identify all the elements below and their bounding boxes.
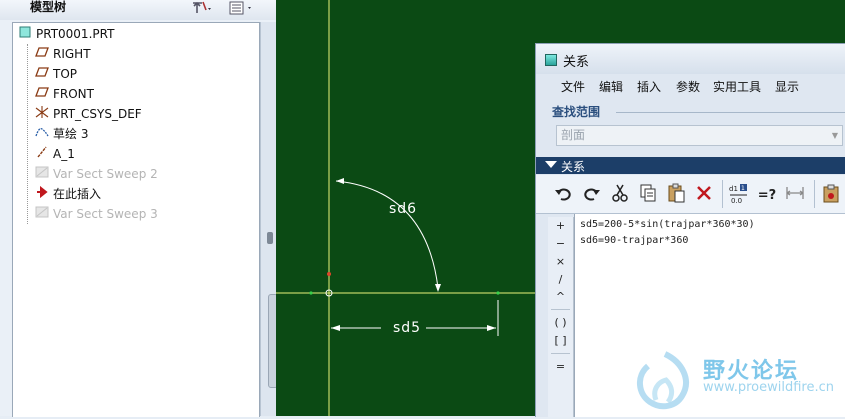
tree-item-sketch[interactable]: 草绘 3 [35,125,88,143]
operator-panel: + − × / ^ ( ) [ ] = [548,217,574,417]
linear-arrow-start [331,325,340,331]
relations-section-header[interactable]: 关系 [536,157,845,174]
menu-utilities[interactable]: 实用工具 [713,78,761,95]
equals-operator-button[interactable]: = [548,360,573,373]
csys-icon [35,106,49,124]
dialog-title: 关系 [563,55,590,70]
datum-plane-icon [35,86,49,104]
parentheses-button[interactable]: ( ) [548,316,573,329]
units-icon[interactable] [784,183,806,205]
verify-icon[interactable]: =? [756,183,778,205]
menu-insert[interactable]: 插入 [637,78,661,95]
relations-section-label: 关系 [561,160,586,174]
menu-parameters[interactable]: 参数 [676,78,700,95]
power-operator-button[interactable]: ^ [548,290,573,303]
tree-item-csys[interactable]: PRT_CSYS_DEF [35,105,142,123]
find-scope-dropdown[interactable]: 剖面 ▼ [556,125,843,146]
relations-window-icon [545,54,557,66]
angle-dimension-label[interactable]: sd6 [389,201,417,217]
linear-dimension-label[interactable]: sd5 [393,320,421,336]
model-tree-title: 模型树 [30,0,67,14]
tree-item-label: RIGHT [53,47,91,61]
toolbar-separator [814,180,815,208]
menu-edit[interactable]: 编辑 [599,78,623,95]
tree-item-label: FRONT [53,87,94,101]
group-divider [616,112,845,113]
sweep-icon [35,166,49,184]
datum-plane-icon [35,46,49,64]
undo-icon[interactable] [552,183,574,205]
chevron-down-icon: ▼ [831,131,838,140]
tree-item-label: 草绘 3 [53,127,89,141]
watermark-url: www.proewildfire.cn [703,380,834,395]
dialog-title-bar[interactable]: 关系 [536,44,845,74]
angle-dimension-arc [335,180,439,289]
cut-icon[interactable] [609,183,631,205]
tree-item-label: 在此插入 [53,187,102,201]
sort-icon[interactable] [821,183,843,205]
svg-text:d1: d1 [729,185,738,193]
redo-icon[interactable] [581,183,603,205]
copy-icon[interactable] [637,183,659,205]
tree-item-label: Var Sect Sweep 2 [53,167,158,181]
tree-display-icon[interactable] [229,0,259,16]
tree-item-axis[interactable]: A_1 [35,145,75,163]
delete-icon[interactable] [693,183,715,205]
find-scope-value: 剖面 [561,128,586,142]
flame-logo-icon [637,351,689,410]
toolbar-separator [722,180,723,208]
axis-icon [35,146,49,164]
plus-operator-button[interactable]: + [548,219,573,232]
tree-item-top[interactable]: TOP [35,65,77,83]
sweep-icon [35,206,49,224]
tree-item-front[interactable]: FRONT [35,85,94,103]
tree-root-label: PRT0001.PRT [36,27,115,41]
part-icon [18,26,32,44]
tree-item-label: TOP [53,67,78,81]
tree-settings-icon[interactable] [190,0,214,16]
relation-line: sd6=90-trajpar*360 [580,235,689,246]
brackets-button[interactable]: [ ] [548,334,573,347]
forum-watermark: 野火论坛 www.proewildfire.cn [632,348,845,416]
vertex-point [309,291,313,295]
tree-item-label: PRT_CSYS_DEF [53,107,142,121]
tree-item-label: A_1 [53,147,75,161]
angle-arrow-start [336,178,344,184]
menu-file[interactable]: 文件 [561,78,585,95]
evaluate-icon[interactable]: d1 1 0.0 [728,183,750,205]
operator-separator [551,309,570,310]
operator-separator [551,353,570,354]
paste-icon[interactable] [665,183,687,205]
svg-text:1: 1 [741,185,745,192]
collapse-triangle-icon [545,161,557,168]
splitter-handle[interactable] [267,232,273,244]
linear-arrow-end [487,325,496,331]
tree-item-sweep-2[interactable]: Var Sect Sweep 2 [35,165,158,183]
tree-guide-line [27,44,28,224]
tree-root-item[interactable]: PRT0001.PRT [18,25,114,43]
start-point [327,272,331,276]
vertex-point [496,291,500,295]
multiply-operator-button[interactable]: × [548,255,573,268]
datum-plane-icon [35,66,49,84]
minus-operator-button[interactable]: − [548,237,573,250]
tree-item-label: Var Sect Sweep 3 [53,207,158,221]
svg-text:0.0: 0.0 [731,197,742,205]
relation-line: sd5=200-5*sin(trajpar*360*30) [580,219,755,230]
model-tree-header: 模型树 [0,0,276,20]
model-tree-list: PRT0001.PRT RIGHT TOP FRONT PRT_CSYS_DEF… [12,22,260,417]
angle-arrow-end [435,284,441,292]
find-scope-label: 查找范围 [552,105,601,119]
sketch-icon [35,126,49,144]
insert-here-arrow-icon [35,185,49,204]
tree-item-right[interactable]: RIGHT [35,45,91,63]
divide-operator-button[interactable]: / [548,273,573,286]
tree-item-insert-here[interactable]: 在此插入 [35,185,101,203]
menu-show[interactable]: 显示 [775,78,799,95]
dialog-menu-bar: 文件 编辑 插入 参数 实用工具 显示 [536,78,845,98]
tree-item-sweep-3[interactable]: Var Sect Sweep 3 [35,205,158,223]
